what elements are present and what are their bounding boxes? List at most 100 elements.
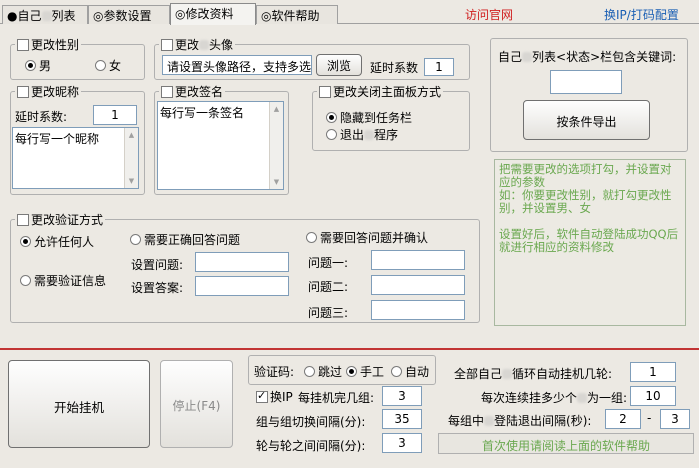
tab-help[interactable]: ◎软件帮助 <box>256 5 338 24</box>
captcha-auto-radio[interactable] <box>391 366 402 377</box>
avatar-delay-input[interactable]: 1 <box>424 58 454 76</box>
login-interval-min-input[interactable]: 2 <box>605 409 641 429</box>
need-answer-option[interactable]: 需要正确回答问题 <box>130 231 240 248</box>
captcha-skip-option[interactable]: 跳过 <box>304 363 342 380</box>
need-answer-radio[interactable] <box>130 234 141 245</box>
captcha-manual-radio[interactable] <box>346 366 357 377</box>
need-answer-confirm-option[interactable]: 需要回答问题并确认 <box>306 229 428 246</box>
tab-label: 软件帮助 <box>271 9 320 23</box>
group-interval-input[interactable]: 35 <box>382 409 422 429</box>
tab-friend-list[interactable]: ●自己 列表 <box>2 5 88 24</box>
keyword-export-group: 自己 列表<状态>栏包含关键词: 按条件导出 <box>490 38 688 152</box>
avatar-path-input[interactable]: 请设置头像路径，支持多选 <box>162 55 312 75</box>
need-info-option[interactable]: 需要验证信息 <box>20 272 106 289</box>
switch-ip-option[interactable]: 换IP <box>256 388 293 405</box>
scroll-down-icon[interactable]: ▼ <box>270 175 283 189</box>
close-mode-checkbox[interactable] <box>319 86 331 98</box>
keyword-label-part: 自己 <box>498 50 523 64</box>
set-answer-input[interactable] <box>195 276 289 296</box>
exit-program-radio[interactable] <box>326 129 337 140</box>
nickname-delay-input[interactable]: 1 <box>93 105 137 125</box>
redacted-mark <box>522 52 533 62</box>
round-interval-input[interactable]: 3 <box>382 433 422 453</box>
allow-all-radio[interactable] <box>20 236 31 247</box>
nickname-checkbox-label[interactable]: 更改昵称 <box>15 83 82 100</box>
need-answer-confirm-label: 需要回答问题并确认 <box>320 231 429 245</box>
range-dash: - <box>647 411 652 425</box>
switch-ip-config-link[interactable]: 换IP/打码配置 <box>604 6 679 23</box>
exit-label: 退出 <box>340 128 365 142</box>
question-1-input[interactable] <box>371 250 465 270</box>
exit-program-option[interactable]: 退出 程序 <box>326 126 398 143</box>
female-label: 女 <box>109 59 122 73</box>
login-interval-max-input[interactable]: 3 <box>660 409 690 429</box>
hint-line: 设置好后，软件自动登陆成功QQ后就进行相应的资料修改 <box>499 227 679 254</box>
browse-button[interactable]: 浏览 <box>316 54 362 76</box>
signature-checkbox-label[interactable]: 更改签名 <box>159 83 226 100</box>
gender-checkbox[interactable] <box>17 39 29 51</box>
captcha-group: 验证码: 跳过 手工 自动 <box>248 355 436 385</box>
stop-button[interactable]: 停止(F4) <box>160 360 233 448</box>
section-divider <box>0 348 699 350</box>
start-button[interactable]: 开始挂机 <box>8 360 150 448</box>
login-interval-label: 每组中 登陆退出间隔(秒): <box>448 412 591 429</box>
redacted-mark <box>199 40 210 50</box>
login-interval-label-part: 每组中 <box>448 414 485 428</box>
question-3-input[interactable] <box>371 300 465 320</box>
close-mode-title: 更改关闭主面板方式 <box>333 85 442 99</box>
nickname-scrollbar[interactable]: ▲ ▼ <box>124 128 138 188</box>
tab-label: 参数设置 <box>103 9 152 23</box>
nickname-checkbox[interactable] <box>17 86 29 98</box>
scroll-up-icon[interactable]: ▲ <box>270 102 283 116</box>
male-radio[interactable] <box>25 60 36 71</box>
captcha-skip-radio[interactable] <box>304 366 315 377</box>
redacted-mark <box>41 11 52 21</box>
first-use-notice[interactable]: 首次使用请阅读上面的软件帮助 <box>438 433 694 454</box>
gender-checkbox-label[interactable]: 更改性别 <box>15 36 82 53</box>
per-group-input[interactable]: 3 <box>382 386 422 406</box>
signature-textarea[interactable]: 每行写一条签名 ▲ ▼ <box>157 101 284 190</box>
hide-taskbar-option[interactable]: 隐藏到任务栏 <box>326 109 412 126</box>
group-interval-label: 组与组切换间隔(分): <box>256 415 366 429</box>
gender-female-option[interactable]: 女 <box>95 57 121 74</box>
tab-edit-profile[interactable]: ◎修改资料 <box>170 3 256 25</box>
verify-checkbox[interactable] <box>17 214 29 226</box>
question-2-input[interactable] <box>371 275 465 295</box>
question-1-label: 问题一: <box>308 256 349 270</box>
female-radio[interactable] <box>95 60 106 71</box>
tab-bullet-icon: ◎ <box>175 7 186 21</box>
scroll-up-icon[interactable]: ▲ <box>125 128 138 142</box>
scroll-down-icon[interactable]: ▼ <box>125 174 138 188</box>
tab-label: 列表 <box>51 9 76 23</box>
gender-male-option[interactable]: 男 <box>25 57 51 74</box>
allow-all-option[interactable]: 允许任何人 <box>20 233 94 250</box>
gender-group: 更改性别 男 女 <box>10 36 145 80</box>
loop-rounds-input[interactable]: 1 <box>630 362 676 382</box>
tab-label: 修改资料 <box>185 7 234 21</box>
hide-taskbar-radio[interactable] <box>326 112 337 123</box>
captcha-auto-option[interactable]: 自动 <box>391 363 429 380</box>
set-question-input[interactable] <box>195 252 289 272</box>
close-mode-group: 更改关闭主面板方式 隐藏到任务栏 退出 程序 <box>312 83 470 151</box>
signature-checkbox[interactable] <box>161 86 173 98</box>
signature-text: 每行写一条签名 <box>160 106 245 120</box>
keyword-input[interactable] <box>550 70 622 94</box>
switch-ip-checkbox[interactable] <box>256 389 268 403</box>
signature-scrollbar[interactable]: ▲ ▼ <box>269 102 283 189</box>
need-info-radio[interactable] <box>20 275 31 286</box>
export-by-condition-button[interactable]: 按条件导出 <box>523 100 650 140</box>
avatar-checkbox[interactable] <box>161 39 173 51</box>
group-size-input[interactable]: 10 <box>630 386 676 406</box>
captcha-manual-option[interactable]: 手工 <box>346 363 384 380</box>
captcha-skip-label: 跳过 <box>318 365 343 379</box>
need-answer-confirm-radio[interactable] <box>306 232 317 243</box>
verify-checkbox-label[interactable]: 更改验证方式 <box>15 211 106 228</box>
tab-params[interactable]: ◎参数设置 <box>88 5 170 24</box>
need-answer-label: 需要正确回答问题 <box>144 233 241 247</box>
need-info-label: 需要验证信息 <box>34 274 107 288</box>
avatar-checkbox-label[interactable]: 更改 头像 <box>159 36 236 53</box>
nickname-delay-label: 延时系数: <box>15 110 68 124</box>
nickname-textarea[interactable]: 每行写一个昵称 ▲ ▼ <box>12 127 139 189</box>
official-site-link[interactable]: 访问官网 <box>465 6 513 23</box>
close-mode-checkbox-label[interactable]: 更改关闭主面板方式 <box>317 83 444 100</box>
